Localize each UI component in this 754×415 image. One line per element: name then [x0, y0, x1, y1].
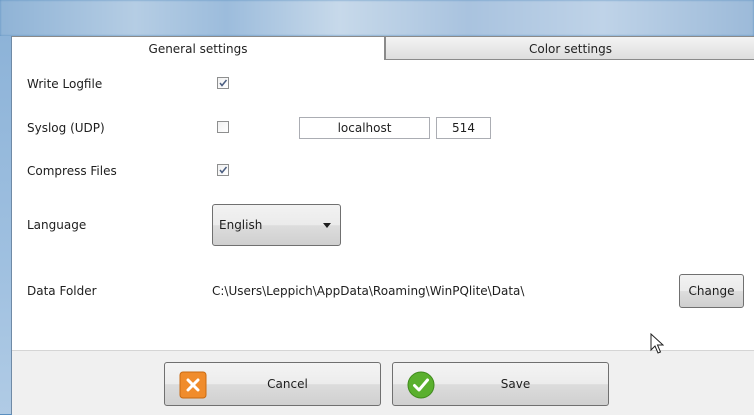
language-selected-value: English [219, 218, 263, 232]
cancel-button[interactable]: Cancel [164, 362, 381, 406]
language-label: Language [27, 218, 87, 232]
compress-files-label: Compress Files [27, 164, 117, 178]
window-frame-left [0, 36, 11, 414]
write-logfile-checkbox[interactable] [217, 77, 229, 89]
data-folder-path: C:\Users\Leppich\AppData\Roaming\WinPQli… [212, 284, 525, 298]
window-title-bar[interactable] [0, 0, 754, 36]
syslog-port-input[interactable]: 514 [436, 117, 491, 139]
tab-general-settings[interactable]: General settings [12, 36, 385, 60]
save-button[interactable]: Save [392, 362, 609, 406]
compress-files-checkbox[interactable] [217, 164, 229, 176]
triangle-down-icon [323, 223, 331, 228]
syslog-host-input[interactable]: localhost [299, 117, 430, 139]
syslog-label: Syslog (UDP) [27, 121, 105, 135]
checkmark-icon [219, 166, 228, 174]
write-logfile-label: Write Logfile [27, 77, 103, 91]
data-folder-label: Data Folder [27, 284, 97, 298]
language-dropdown[interactable]: English [212, 204, 341, 246]
tab-color-settings[interactable]: Color settings [385, 36, 754, 60]
change-folder-button[interactable]: Change [679, 274, 744, 308]
settings-window: General settings Color settings Write Lo… [11, 36, 754, 415]
checkmark-icon [219, 79, 228, 87]
cancel-button-label: Cancel [267, 377, 308, 391]
save-button-label: Save [500, 377, 531, 391]
syslog-checkbox[interactable] [217, 121, 229, 133]
dialog-footer: Cancel Save [12, 350, 754, 415]
mouse-pointer-icon [650, 333, 664, 354]
